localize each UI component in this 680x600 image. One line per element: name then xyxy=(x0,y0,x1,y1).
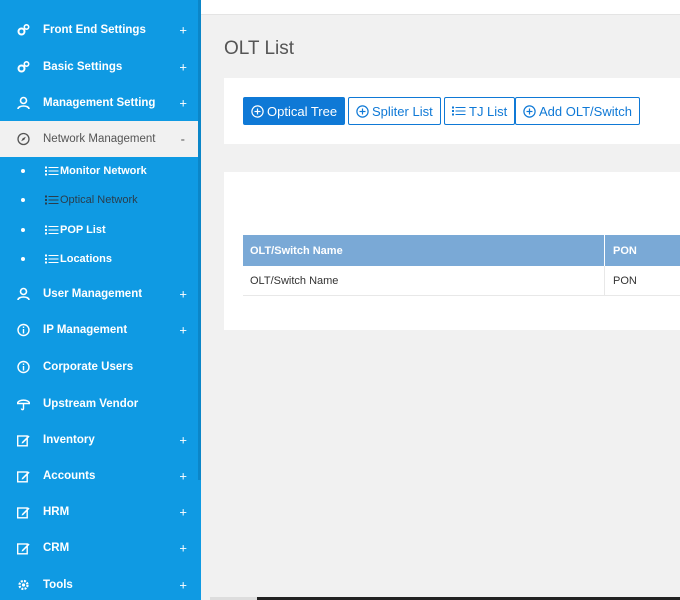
table-header: OLT/Switch Name PON xyxy=(243,235,680,266)
add-olt-switch-button[interactable]: Add OLT/Switch xyxy=(515,97,640,125)
sidebar-item-front-end-settings[interactable]: Front End Settings + xyxy=(0,12,201,48)
expand-icon[interactable]: + xyxy=(179,23,187,38)
expand-icon[interactable]: + xyxy=(179,541,187,556)
sidebar-item-accounts[interactable]: Accounts + xyxy=(0,458,201,494)
edit-icon xyxy=(17,434,30,447)
expand-icon[interactable]: + xyxy=(179,469,187,484)
plus-circle-icon xyxy=(251,104,264,118)
sidebar-subitem-optical-network[interactable]: Optical Network xyxy=(0,186,198,214)
sidebar-item-label: Upstream Vendor xyxy=(43,398,139,410)
sidebar-subitem-label: POP List xyxy=(60,224,106,236)
table-row: OLT/Switch Name PON xyxy=(243,266,680,296)
edit-icon xyxy=(17,542,30,555)
gear-icon xyxy=(17,579,30,592)
expand-icon[interactable]: + xyxy=(179,433,187,448)
column-header-pon[interactable]: PON xyxy=(604,235,680,266)
plus-circle-icon xyxy=(523,104,536,118)
table-cell: OLT/Switch Name xyxy=(250,274,339,287)
umbrella-icon xyxy=(17,398,30,411)
sidebar-item-ip-management[interactable]: IP Management + xyxy=(0,312,201,348)
tj-list-label: TJ List xyxy=(469,103,508,119)
sidebar-item-label: Corporate Users xyxy=(43,361,134,373)
sidebar-subitem-label: Optical Network xyxy=(60,194,138,206)
compass-icon xyxy=(17,132,30,146)
sidebar-subitem-label: Monitor Network xyxy=(60,165,147,177)
optical-tree-button[interactable]: Optical Tree xyxy=(243,97,346,125)
page-title: OLT List xyxy=(224,38,295,59)
sidebar-item-label: Inventory xyxy=(43,434,95,446)
gears-icon xyxy=(17,60,30,74)
sidebar-subitem-monitor-network[interactable]: Monitor Network xyxy=(0,157,198,185)
expand-icon[interactable]: + xyxy=(179,505,187,520)
sidebar-item-upstream-vendor[interactable]: Upstream Vendor xyxy=(0,386,201,422)
column-header-olt-switch-name[interactable]: OLT/Switch Name xyxy=(243,235,604,266)
sidebar-item-label: Front End Settings xyxy=(43,24,146,36)
sidebar-item-crm[interactable]: CRM + xyxy=(0,530,201,566)
sidebar-item-label: IP Management xyxy=(43,324,128,336)
edit-icon xyxy=(17,506,30,519)
user-icon xyxy=(17,287,30,301)
sidebar-subitem-locations[interactable]: Locations xyxy=(0,245,198,273)
sidebar-item-hrm[interactable]: HRM + xyxy=(0,494,201,530)
expand-icon[interactable]: + xyxy=(179,287,187,302)
bullet-icon xyxy=(21,169,25,173)
sidebar-item-corporate-users[interactable]: Corporate Users xyxy=(0,349,201,385)
list-icon xyxy=(45,225,59,235)
info-icon xyxy=(17,360,30,374)
top-bar xyxy=(201,0,680,15)
list-icon xyxy=(452,106,466,116)
sidebar-item-label: Basic Settings xyxy=(43,61,123,73)
sidebar-subitem-label: Locations xyxy=(60,253,112,265)
sidebar-item-label: Accounts xyxy=(43,470,96,482)
sidebar-item-basic-settings[interactable]: Basic Settings + xyxy=(0,49,201,85)
sidebar-item-label: Tools xyxy=(43,579,73,591)
spliter-list-label: Spliter List xyxy=(372,103,433,119)
add-olt-switch-label: Add OLT/Switch xyxy=(539,103,632,119)
sidebar-item-label: HRM xyxy=(43,506,70,518)
table-cell: PON xyxy=(604,266,680,295)
user-icon xyxy=(17,96,30,110)
bullet-icon xyxy=(21,228,25,232)
sidebar: Front End Settings + Basic Settings + Ma… xyxy=(0,0,201,600)
collapse-icon[interactable]: - xyxy=(181,132,185,147)
spliter-list-button[interactable]: Spliter List xyxy=(348,97,441,125)
expand-icon[interactable]: + xyxy=(179,60,187,75)
list-icon xyxy=(45,254,59,264)
sidebar-item-tools[interactable]: Tools + xyxy=(0,567,201,600)
sidebar-item-label: CRM xyxy=(43,542,70,554)
bullet-icon xyxy=(21,257,25,261)
expand-icon[interactable]: + xyxy=(179,323,187,338)
bullet-icon xyxy=(21,198,25,202)
plus-circle-icon xyxy=(356,104,369,118)
edit-icon xyxy=(17,470,30,483)
sidebar-subitem-pop-list[interactable]: POP List xyxy=(0,216,198,244)
sidebar-item-label: Management Setting xyxy=(43,97,156,109)
list-icon xyxy=(45,166,59,176)
sidebar-item-network-management[interactable]: Network Management - xyxy=(0,121,199,157)
gears-icon xyxy=(17,23,30,37)
tj-list-button[interactable]: TJ List xyxy=(444,97,516,125)
list-icon xyxy=(45,195,59,205)
sidebar-item-user-management[interactable]: User Management + xyxy=(0,276,201,312)
sidebar-item-label: User Management xyxy=(43,288,143,300)
sidebar-item-label: Network Management xyxy=(43,133,156,145)
sidebar-scrollbar[interactable] xyxy=(198,0,201,480)
info-icon xyxy=(17,323,30,337)
sidebar-item-inventory[interactable]: Inventory + xyxy=(0,422,201,458)
expand-icon[interactable]: + xyxy=(179,96,187,111)
optical-tree-label: Optical Tree xyxy=(267,103,338,119)
sidebar-item-management-setting[interactable]: Management Setting + xyxy=(0,85,201,121)
expand-icon[interactable]: + xyxy=(179,578,187,593)
